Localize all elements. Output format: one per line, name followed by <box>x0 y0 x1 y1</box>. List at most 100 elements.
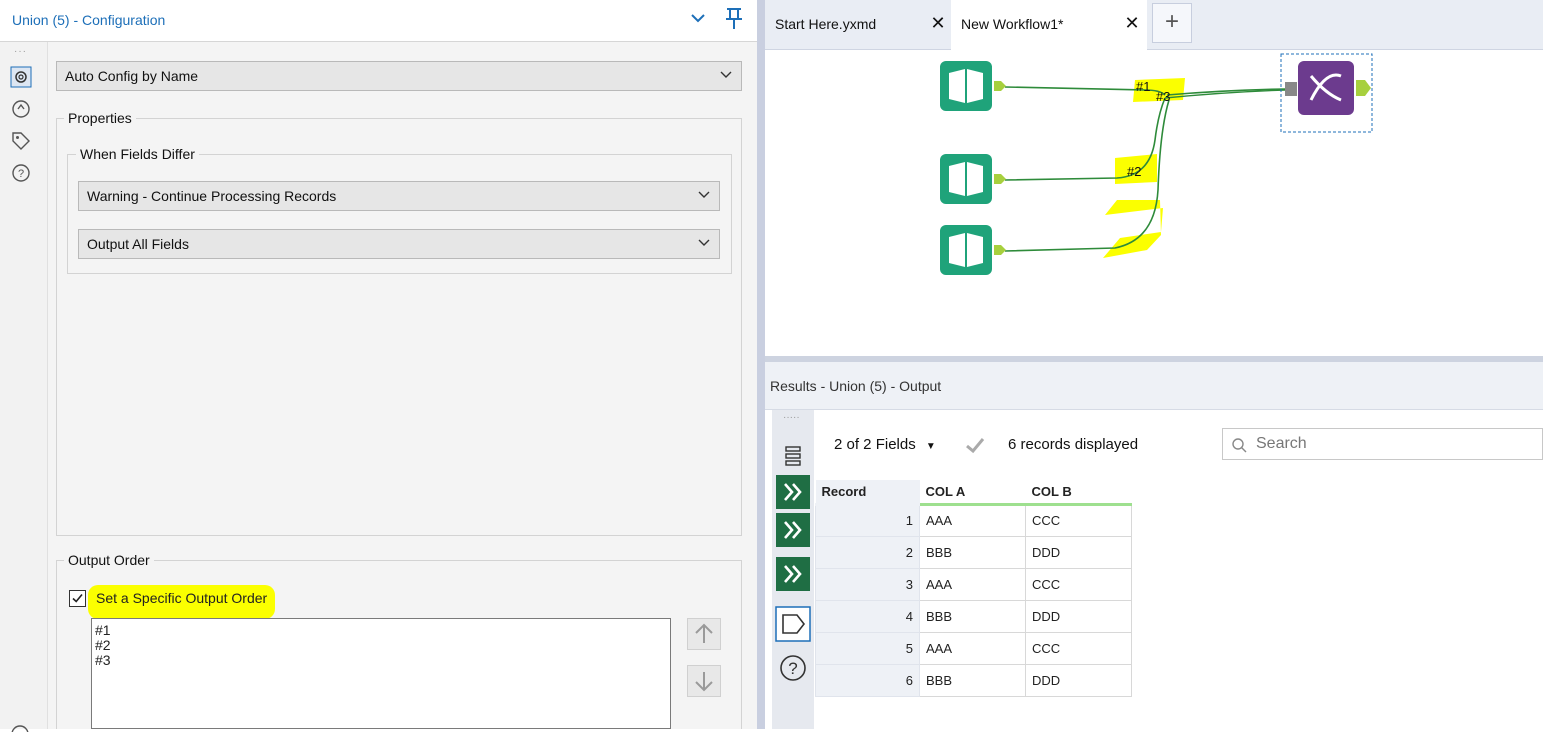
table-cell[interactable]: DDD <box>1025 663 1132 697</box>
chevron-down-icon <box>698 239 710 246</box>
move-up-button[interactable] <box>687 618 721 650</box>
record-cell: 5 <box>815 631 920 665</box>
auto-config-dropdown[interactable]: Auto Config by Name <box>56 61 742 91</box>
table-row[interactable]: 3 AAA CCC <box>815 567 1132 601</box>
table-cell[interactable]: AAA <box>919 503 1026 537</box>
navigate-button[interactable] <box>775 556 811 592</box>
connection-label: #2 <box>1127 164 1141 179</box>
double-chevron-icon <box>776 513 810 547</box>
list-icon <box>785 446 801 466</box>
record-cell: 2 <box>815 535 920 569</box>
table-cell[interactable]: AAA <box>919 567 1026 601</box>
search-placeholder: Search <box>1256 435 1307 452</box>
tab-label: New Workflow1* <box>961 16 1064 32</box>
help-icon[interactable] <box>10 720 30 735</box>
table-cell[interactable]: AAA <box>919 631 1026 665</box>
connection-line <box>1166 88 1286 96</box>
results-title: Results - Union (5) - Output <box>770 378 942 394</box>
add-tab-button[interactable]: + <box>1152 3 1192 43</box>
table-cell[interactable]: CCC <box>1025 631 1132 665</box>
output-order-label: Output Order <box>64 552 154 568</box>
output-fields-dropdown[interactable]: Output All Fields <box>78 229 720 259</box>
column-header[interactable]: COL A <box>919 480 1026 506</box>
table-row[interactable]: 2 BBB DDD <box>815 535 1132 569</box>
union-tool[interactable] <box>1285 61 1371 115</box>
input-data-tool[interactable] <box>940 61 1006 111</box>
order-list-item[interactable]: #1 <box>95 623 670 638</box>
grip-dots-icon: ····· <box>783 412 800 423</box>
config-header: Union (5) - Configuration <box>0 0 757 42</box>
gear-icon[interactable] <box>10 66 32 88</box>
record-cell: 4 <box>815 599 920 633</box>
output-anchor-icon <box>775 606 811 642</box>
collapse-chevron-icon[interactable] <box>690 8 710 32</box>
column-header[interactable]: COL B <box>1025 480 1132 506</box>
checkmark-icon <box>72 593 83 603</box>
table-row[interactable]: 5 AAA CCC <box>815 631 1132 665</box>
fields-selector-label: 2 of 2 Fields <box>834 436 916 453</box>
results-side-toolbar: ····· ? <box>772 410 814 729</box>
output-anchor-button[interactable] <box>775 606 811 642</box>
panel-splitter[interactable] <box>757 0 765 729</box>
table-header-row: Record COL A COL B <box>815 480 1132 506</box>
tag-icon[interactable] <box>10 130 32 152</box>
configuration-panel: Union (5) - Configuration ··· ? Auto Con… <box>0 0 757 735</box>
navigate-button[interactable] <box>775 474 811 510</box>
svg-text:?: ? <box>18 168 24 180</box>
search-box[interactable]: Search <box>1222 428 1543 460</box>
pin-icon[interactable] <box>722 6 746 32</box>
svg-text:?: ? <box>788 659 797 678</box>
fields-differ-value: Warning - Continue Processing Records <box>87 188 337 204</box>
table-row[interactable]: 6 BBB DDD <box>815 663 1132 697</box>
output-fields-value: Output All Fields <box>87 236 189 252</box>
column-header[interactable]: Record <box>815 480 920 506</box>
move-down-button[interactable] <box>687 665 721 697</box>
workflow-canvas[interactable]: #1 #3 #2 <box>765 50 1543 356</box>
checkmark-icon[interactable] <box>964 434 986 456</box>
help-icon[interactable]: ? <box>10 162 32 184</box>
tab-new-workflow[interactable]: New Workflow1* ✕ <box>951 0 1147 50</box>
records-displayed: 6 records displayed <box>1008 436 1139 453</box>
input-data-tool[interactable] <box>940 154 1006 204</box>
set-output-order-checkbox[interactable] <box>69 590 86 607</box>
table-cell[interactable]: BBB <box>919 599 1026 633</box>
when-fields-differ-label: When Fields Differ <box>76 146 199 162</box>
table-cell[interactable]: DDD <box>1025 535 1132 569</box>
annotation-icon[interactable] <box>10 98 32 120</box>
help-button[interactable]: ? <box>775 650 811 686</box>
table-row[interactable]: 1 AAA CCC <box>815 503 1132 537</box>
input-data-tool[interactable] <box>940 225 1006 275</box>
close-icon[interactable]: ✕ <box>1123 13 1141 33</box>
plus-icon: + <box>1164 8 1179 35</box>
results-header: Results - Union (5) - Output <box>765 362 1543 410</box>
config-side-toolbar: ··· ? <box>0 42 48 729</box>
help-icon: ? <box>780 655 806 681</box>
table-cell[interactable]: DDD <box>1025 599 1132 633</box>
grip-dots-icon: ··· <box>14 46 27 57</box>
table-cell[interactable]: BBB <box>919 663 1026 697</box>
output-order-list[interactable]: #1 #2 #3 <box>91 618 671 729</box>
highlight-mark <box>1103 200 1163 258</box>
connection-label: #1 <box>1136 79 1150 94</box>
record-cell: 6 <box>815 663 920 697</box>
caret-down-icon: ▼ <box>925 441 936 452</box>
double-chevron-icon <box>776 475 810 509</box>
tab-start-here[interactable]: Start Here.yxmd ✕ <box>765 0 951 50</box>
close-icon[interactable]: ✕ <box>929 13 947 33</box>
set-output-order-label[interactable]: Set a Specific Output Order <box>88 585 276 619</box>
table-row[interactable]: 4 BBB DDD <box>815 599 1132 633</box>
order-list-item[interactable]: #3 <box>95 653 670 668</box>
results-table: Record COL A COL B 1 AAA CCC 2 BBB DDD 3… <box>815 480 1132 697</box>
properties-label: Properties <box>64 110 136 126</box>
fields-selector[interactable]: 2 of 2 Fields ▼ <box>834 436 936 453</box>
search-icon <box>1232 438 1247 453</box>
record-cell: 3 <box>815 567 920 601</box>
fields-differ-dropdown[interactable]: Warning - Continue Processing Records <box>78 181 720 211</box>
navigate-button[interactable] <box>775 512 811 548</box>
order-list-item[interactable]: #2 <box>95 638 670 653</box>
list-view-button[interactable] <box>775 438 811 474</box>
table-cell[interactable]: CCC <box>1025 503 1132 537</box>
table-cell[interactable]: BBB <box>919 535 1026 569</box>
table-cell[interactable]: CCC <box>1025 567 1132 601</box>
double-chevron-icon <box>776 557 810 591</box>
